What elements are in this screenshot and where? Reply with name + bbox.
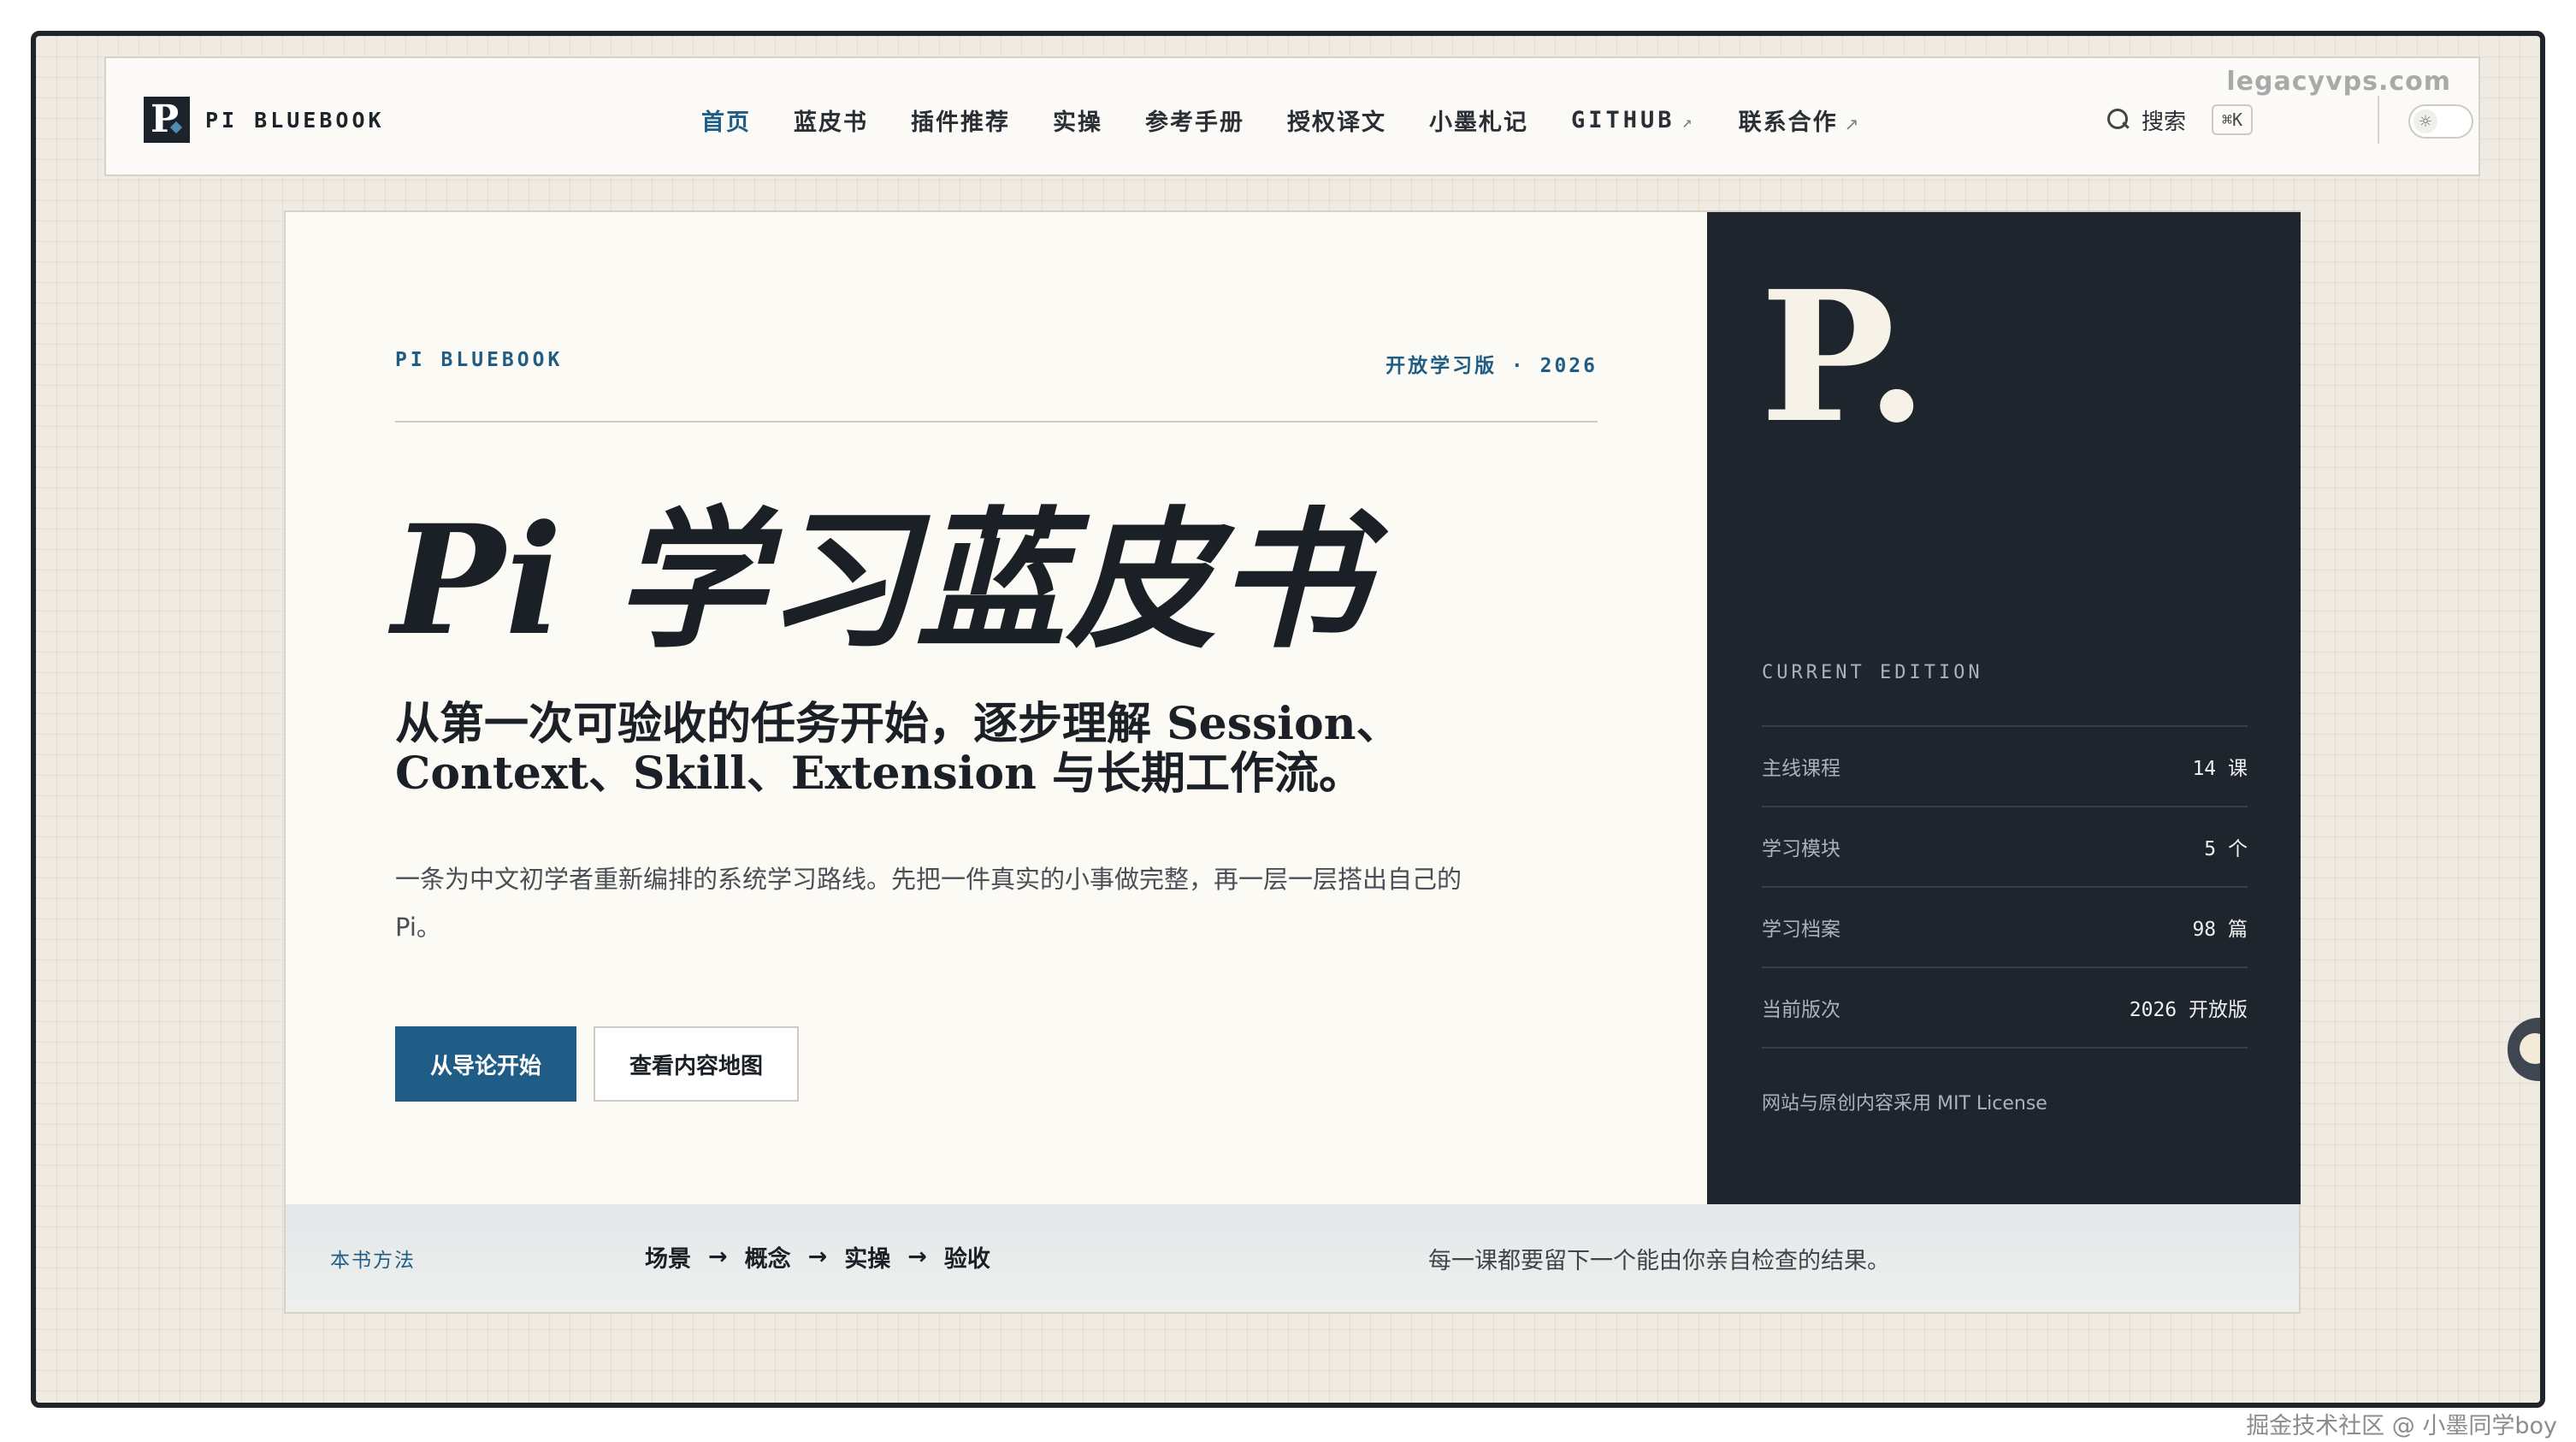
brand-name: PI BLUEBOOK [205, 107, 385, 133]
floating-avatar-button[interactable] [2508, 1018, 2540, 1081]
nav-item-home[interactable]: 首页 [701, 103, 751, 137]
stat-value: 14 课 [2192, 758, 2248, 780]
stat-row: 主线课程 14 课 [1762, 725, 2248, 806]
method-steps: 场景 → 概念 → 实操 → 验收 [645, 1240, 990, 1274]
stat-row: 当前版次 2026 开放版 [1762, 966, 2248, 1049]
edition-label: CURRENT EDITION [1762, 662, 1983, 683]
stat-value: 2026 开放版 [2129, 999, 2248, 1021]
stat-row: 学习档案 98 篇 [1762, 886, 2248, 966]
panel-logo-letter: P. [1760, 251, 1929, 463]
method-label: 本书方法 [330, 1250, 416, 1272]
hero-divider [395, 421, 1598, 423]
method-step: 概念 [744, 1246, 791, 1273]
search-icon [2107, 109, 2130, 131]
hero-description: 一条为中文初学者重新编排的系统学习路线。先把一件真实的小事做完整，再一层一层搭出… [395, 865, 1462, 942]
main-menu: 首页 蓝皮书 插件推荐 实操 参考手册 授权译文 小墨札记 GITHUB ↗ 联系… [701, 96, 1903, 144]
stat-value: 98 篇 [2192, 919, 2248, 941]
panel-logo: P. [1760, 263, 1931, 452]
nav-item-translations[interactable]: 授权译文 [1287, 103, 1386, 137]
hero-content: PI BLUEBOOK 开放学习版 · 2026 Pi 学习蓝皮书 从第一次可验… [286, 212, 1707, 1204]
nav-item-contact[interactable]: 联系合作 ↗ [1739, 103, 1861, 137]
sun-icon: ☼ [2414, 109, 2437, 133]
nav-item-github[interactable]: GITHUB ↗ [1571, 107, 1696, 133]
license-note: 网站与原创内容采用 MIT License [1762, 1093, 2047, 1114]
content-map-button[interactable]: 查看内容地图 [594, 1026, 799, 1102]
external-link-icon: ↗ [1844, 113, 1861, 134]
method-step: 场景 [645, 1246, 691, 1273]
nav-divider [2378, 96, 2379, 144]
nav-item-github-label: GITHUB [1571, 106, 1675, 133]
watermark-top: legacyvps.com [2226, 67, 2451, 97]
edition-stats: 主线课程 14 课 学习模块 5 个 学习档案 98 篇 当前版次 2026 开… [1762, 725, 2248, 1049]
edition-panel: P. CURRENT EDITION 主线课程 14 课 学习模块 5 个 学习… [1707, 212, 2301, 1204]
nav-item-notes[interactable]: 小墨札记 [1429, 103, 1528, 137]
search-label: 搜索 [2142, 109, 2187, 135]
nav-item-contact-label: 联系合作 [1738, 109, 1838, 136]
hero-eyebrow: PI BLUEBOOK [395, 349, 564, 371]
method-step: 验收 [943, 1246, 990, 1273]
start-intro-button[interactable]: 从导论开始 [395, 1026, 576, 1102]
search-shortcut-badge: ⌘K [2212, 104, 2254, 135]
nav-item-reference[interactable]: 参考手册 [1145, 103, 1244, 137]
stat-label: 学习档案 [1762, 919, 1840, 941]
brand-logo-icon: P [144, 97, 190, 143]
hero-card: PI BLUEBOOK 开放学习版 · 2026 Pi 学习蓝皮书 从第一次可验… [284, 210, 2301, 1206]
method-step: 实操 [844, 1246, 891, 1273]
browser-frame: P PI BLUEBOOK 首页 蓝皮书 插件推荐 实操 参考手册 授权译文 小… [31, 31, 2545, 1408]
nav-item-bluebook[interactable]: 蓝皮书 [794, 103, 868, 137]
top-navbar: P PI BLUEBOOK 首页 蓝皮书 插件推荐 实操 参考手册 授权译文 小… [104, 56, 2480, 176]
avatar-icon [2520, 1033, 2540, 1064]
nav-item-plugins[interactable]: 插件推荐 [911, 103, 1010, 137]
stat-label: 学习模块 [1762, 838, 1840, 860]
stat-row: 学习模块 5 个 [1762, 806, 2248, 886]
hero-title: Pi 学习蓝皮书 [392, 492, 1368, 669]
stat-value: 5 个 [2204, 838, 2248, 860]
search-button[interactable]: 搜索 ⌘K [2107, 99, 2254, 140]
theme-toggle[interactable]: ☼ [2408, 104, 2473, 139]
brand-logo-letter: P [151, 98, 180, 141]
method-note: 每一课都要留下一个能由你亲自检查的结果。 [1428, 1248, 1890, 1274]
hero-subtitle: 从第一次可验收的任务开始，逐步理解 Session、Context、Skill、… [395, 698, 1401, 800]
hero-edition: 开放学习版 · 2026 [1385, 355, 1598, 377]
brand-logo-link[interactable]: P PI BLUEBOOK [144, 96, 385, 144]
method-strip: 本书方法 场景 → 概念 → 实操 → 验收 每一课都要留下一个能由你亲自检查的… [284, 1204, 2301, 1314]
nav-item-practice[interactable]: 实操 [1053, 103, 1102, 137]
external-link-icon: ↗ [1681, 110, 1696, 132]
stat-label: 主线课程 [1762, 758, 1840, 780]
arrow-right-icon: → [807, 1244, 828, 1270]
stat-label: 当前版次 [1762, 999, 1840, 1021]
arrow-right-icon: → [708, 1244, 728, 1270]
arrow-right-icon: → [907, 1244, 927, 1270]
watermark-bottom: 掘金技术社区 @ 小墨同学boy [2246, 1413, 2557, 1439]
